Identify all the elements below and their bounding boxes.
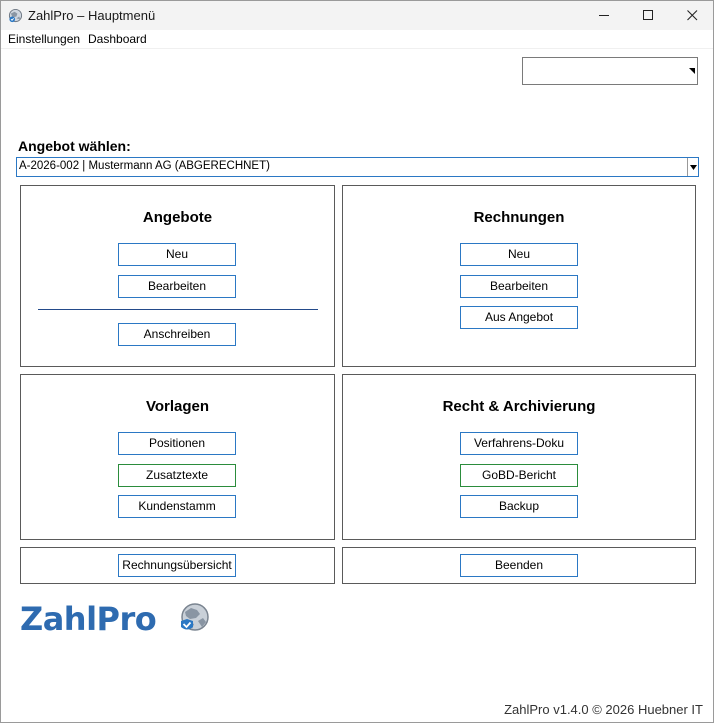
minimize-icon [598,15,609,16]
maximize-button[interactable] [625,1,671,30]
window-title: ZahlPro – Hauptmenü [28,8,156,23]
recht-backup-button[interactable]: Backup [460,495,578,518]
logo-text: ZahlPro [20,600,157,638]
dropdown-arrow-icon [689,164,697,170]
beenden-button[interactable]: Beenden [460,554,578,577]
maximize-icon [642,10,653,20]
vorlagen-kundenstamm-button[interactable]: Kundenstamm [118,495,236,518]
menu-einstellungen[interactable]: Einstellungen [8,32,80,46]
panel-vorlagen-title: Vorlagen [145,398,210,415]
menu-dashboard[interactable]: Dashboard [88,32,147,46]
panel-angebote-title: Angebote [142,209,213,226]
minimize-button[interactable] [581,1,627,30]
panel-rechnungen: Rechnungen Neu Bearbeiten Aus Angebot [342,185,696,367]
close-icon [686,10,697,21]
panel-bottom-right: Beenden [342,547,696,584]
panel-recht-title: Recht & Archivierung [442,398,596,415]
panel-vorlagen: Vorlagen Positionen Zusatztexte Kundenst… [20,374,335,540]
main-window: ZahlPro – Hauptmenü Einstellungen Dashbo… [0,0,714,723]
rechnungen-bearbeiten-button[interactable]: Bearbeiten [460,275,578,298]
offer-select-label: Angebot wählen: [18,138,131,154]
recht-gobd-bericht-button[interactable]: GoBD-Bericht [460,464,578,487]
top-selector-dropdown[interactable] [687,58,697,84]
recht-verfahrens-doku-button[interactable]: Verfahrens-Doku [460,432,578,455]
globe-shield-icon [181,603,209,631]
angebote-divider [38,309,318,310]
top-selector[interactable] [522,57,698,85]
vorlagen-positionen-button[interactable]: Positionen [118,432,236,455]
dropdown-arrow-icon [689,68,695,74]
rechnungen-neu-button[interactable]: Neu [460,243,578,266]
rechnungen-aus-angebot-button[interactable]: Aus Angebot [460,306,578,329]
title-bar: ZahlPro – Hauptmenü [1,1,713,30]
angebote-anschreiben-button[interactable]: Anschreiben [118,323,236,346]
vorlagen-zusatztexte-button[interactable]: Zusatztexte [118,464,236,487]
offer-select-value: A-2026-002 | Mustermann AG (ABGERECHNET) [19,160,270,172]
offer-select[interactable]: A-2026-002 | Mustermann AG (ABGERECHNET) [16,157,699,177]
panel-bottom-left: Rechnungsübersicht [20,547,335,584]
offer-select-dropdown[interactable] [687,158,698,176]
panel-angebote: Angebote Neu Bearbeiten Anschreiben [20,185,335,367]
panel-rechnungen-title: Rechnungen [473,209,565,226]
app-globe-icon [8,8,23,23]
footer-copyright: ZahlPro v1.4.0 © 2026 Huebner IT [504,702,703,717]
angebote-bearbeiten-button[interactable]: Bearbeiten [118,275,236,298]
angebote-neu-button[interactable]: Neu [118,243,236,266]
panel-recht-archivierung: Recht & Archivierung Verfahrens-Doku GoB… [342,374,696,540]
menu-bar: Einstellungen Dashboard [1,30,713,49]
rechnungsuebersicht-button[interactable]: Rechnungsübersicht [118,554,236,577]
close-button[interactable] [669,1,714,30]
